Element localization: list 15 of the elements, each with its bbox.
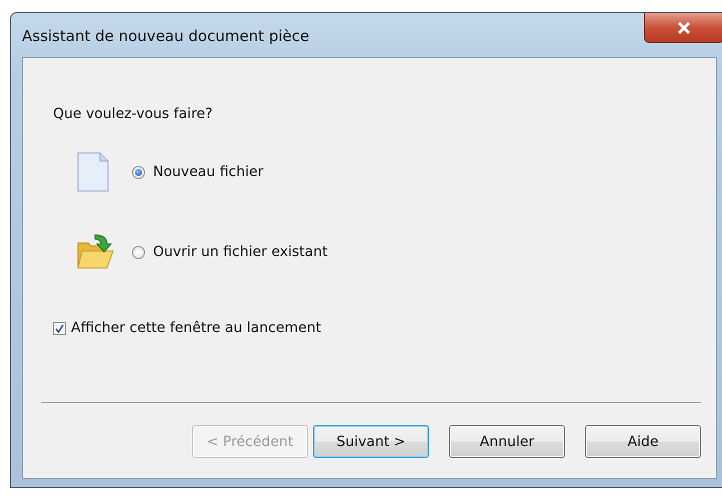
radio-button[interactable] xyxy=(132,246,145,258)
close-button[interactable] xyxy=(644,13,722,43)
radio-button[interactable] xyxy=(132,166,145,178)
document-icon xyxy=(77,152,109,192)
close-icon xyxy=(677,22,691,34)
dialog-button[interactable]: Annuler xyxy=(449,425,565,458)
dialog-button[interactable]: Aide xyxy=(585,425,701,458)
window-title: Assistant de nouveau document pièce xyxy=(22,27,310,45)
prompt-text: Que voulez-vous faire? xyxy=(53,106,214,122)
option-label: Ouvrir un fichier existant xyxy=(153,244,328,260)
checkbox[interactable] xyxy=(53,322,66,334)
folder-arrow-icon xyxy=(77,233,115,271)
checkbox-label: Afficher cette fenêtre au lancement xyxy=(71,320,322,336)
option-label: Nouveau fichier xyxy=(153,164,264,180)
dialog-button[interactable]: Suivant > xyxy=(313,425,429,458)
